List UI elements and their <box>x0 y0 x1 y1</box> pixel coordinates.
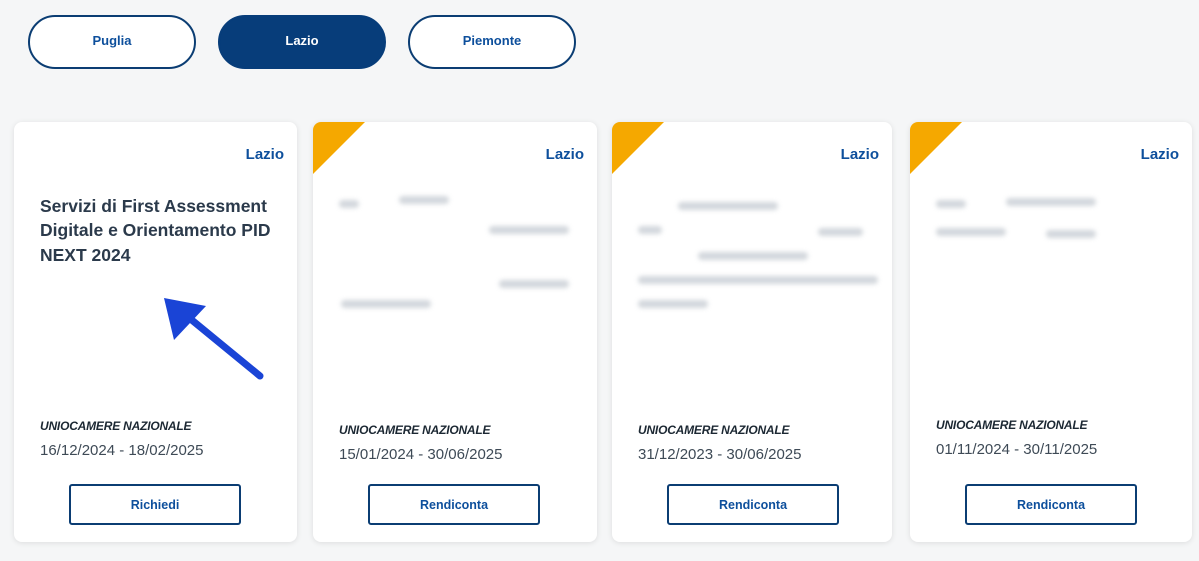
region-pill-piemonte[interactable]: Piemonte <box>408 15 576 69</box>
region-pill-lazio[interactable]: Lazio <box>218 15 386 69</box>
service-card: Lazio UNIOCAMERE NAZIONALE 31/12/2023 - … <box>612 122 892 542</box>
region-tag: Lazio <box>1140 146 1179 163</box>
region-tag: Lazio <box>245 146 284 163</box>
region-pill-puglia[interactable]: Puglia <box>28 15 196 69</box>
region-filter-bar: Puglia Lazio Piemonte <box>0 0 1199 100</box>
service-card: Lazio UNIOCAMERE NAZIONALE 15/01/2024 - … <box>313 122 597 542</box>
card-title: Servizi di First Assessment Digitale e O… <box>40 196 271 265</box>
service-card: Lazio UNIOCAMERE NAZIONALE 01/11/2024 - … <box>910 122 1192 542</box>
region-pills: Puglia Lazio Piemonte <box>28 15 576 69</box>
card-dates: 31/12/2023 - 30/06/2025 <box>638 446 802 463</box>
region-tag: Lazio <box>840 146 879 163</box>
card-dates: 16/12/2024 - 18/02/2025 <box>40 442 204 459</box>
annotation-arrow-icon <box>164 298 264 380</box>
new-ribbon-icon <box>910 122 962 174</box>
request-button[interactable]: Richiedi <box>69 484 241 525</box>
new-ribbon-icon <box>313 122 365 174</box>
card-organization: UNIOCAMERE NAZIONALE <box>936 418 1088 432</box>
card-organization: UNIOCAMERE NAZIONALE <box>40 419 192 433</box>
card-dates: 01/11/2024 - 30/11/2025 <box>936 441 1098 458</box>
card-title-redacted <box>936 192 1170 352</box>
report-button[interactable]: Rendiconta <box>368 484 540 525</box>
card-organization: UNIOCAMERE NAZIONALE <box>339 423 491 437</box>
card-title-redacted <box>638 192 878 352</box>
report-button[interactable]: Rendiconta <box>667 484 839 525</box>
region-tag: Lazio <box>545 146 584 163</box>
card-dates: 15/01/2024 - 30/06/2025 <box>339 446 503 463</box>
card-title-redacted <box>339 192 575 352</box>
card-organization: UNIOCAMERE NAZIONALE <box>638 423 790 437</box>
report-button[interactable]: Rendiconta <box>965 484 1137 525</box>
new-ribbon-icon <box>612 122 664 174</box>
